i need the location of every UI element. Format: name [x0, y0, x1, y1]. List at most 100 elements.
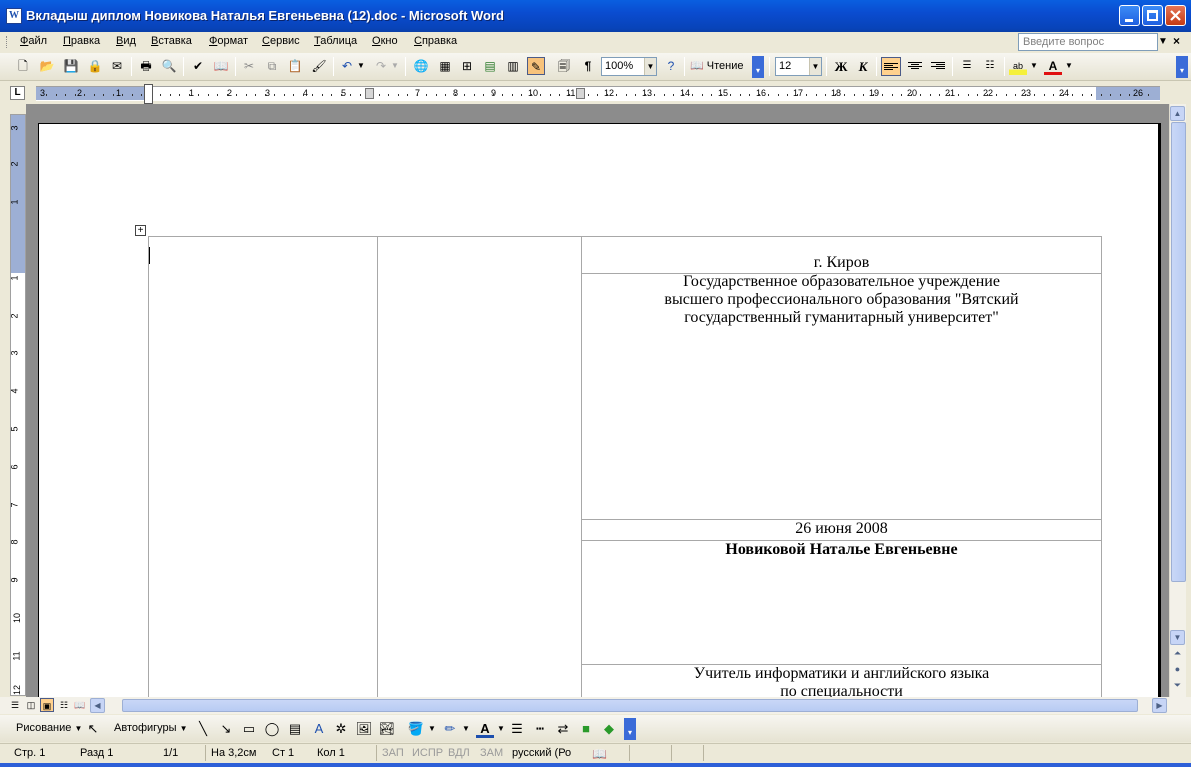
status-track-changes[interactable]: ИСПР — [412, 747, 443, 759]
font-color-dropdown-icon[interactable]: ▼ — [1064, 57, 1074, 75]
scroll-right-icon[interactable]: ▶ — [1152, 698, 1167, 713]
shadow-style-icon[interactable]: ■ — [577, 720, 595, 738]
select-browse-object-icon[interactable]: ● — [1170, 663, 1185, 678]
highlight-dropdown-icon[interactable]: ▼ — [1029, 57, 1039, 75]
font-size-select[interactable]: 12 ▼ — [775, 57, 822, 76]
tab-selector[interactable]: L — [10, 86, 25, 100]
document-page[interactable] — [38, 123, 1161, 697]
menu-help[interactable]: Справка — [414, 35, 457, 47]
print-layout-icon[interactable]: ▣ — [40, 698, 54, 712]
outline-view-icon[interactable]: ☷ — [57, 698, 71, 712]
scroll-down-icon[interactable]: ▼ — [1170, 630, 1185, 645]
previous-page-icon[interactable]: ⏶ — [1170, 647, 1185, 662]
redo-dropdown-icon[interactable]: ▼ — [390, 57, 400, 75]
toolbar-options-icon[interactable]: ▾ — [752, 56, 764, 78]
spelling-icon[interactable]: ✔ — [189, 57, 207, 75]
research-icon[interactable]: 📖 — [212, 57, 230, 75]
menu-window[interactable]: Окно — [372, 35, 398, 47]
document-close-icon[interactable]: × — [1173, 34, 1180, 48]
align-left-button[interactable] — [881, 57, 901, 76]
new-document-icon[interactable]: 🗋 — [14, 57, 32, 75]
column-boundary-handle[interactable] — [576, 88, 585, 99]
recipient-name[interactable]: Новиковой Наталье Евгеньевне — [582, 541, 1101, 559]
show-formatting-icon[interactable]: ¶ — [579, 57, 597, 75]
first-line-indent-handle[interactable] — [144, 84, 153, 104]
spelling-status-icon[interactable]: 📖 — [592, 747, 607, 761]
bold-button[interactable]: Ж — [831, 57, 851, 76]
document-map-icon[interactable]: 🗐 — [555, 57, 573, 75]
scroll-up-icon[interactable]: ▲ — [1170, 106, 1185, 121]
permission-icon[interactable]: 🔒 — [86, 57, 104, 75]
maximize-button[interactable] — [1142, 5, 1163, 26]
rectangle-icon[interactable]: ▭ — [240, 720, 258, 738]
city-text[interactable]: г. Киров — [582, 254, 1101, 272]
open-icon[interactable]: 📂 — [38, 57, 56, 75]
zoom-select[interactable]: 100% ▼ — [601, 57, 657, 76]
institution-text[interactable]: Государственное образовательное учрежден… — [582, 273, 1101, 327]
vertical-ruler[interactable]: 3 2 1 1 2 3 4 5 6 7 8 9 10 11 12 — [10, 114, 26, 696]
column-boundary-handle[interactable] — [365, 88, 374, 99]
line-icon[interactable]: ╲ — [194, 720, 212, 738]
cut-icon[interactable]: ✂ — [240, 57, 258, 75]
drawing-icon[interactable]: ✎ — [527, 57, 545, 75]
dash-style-icon[interactable]: ┅ — [531, 720, 549, 738]
font-color-draw-icon[interactable]: A — [476, 720, 494, 738]
insert-excel-icon[interactable]: ▤ — [481, 57, 499, 75]
status-extend[interactable]: ВДЛ — [448, 747, 470, 759]
qualification-text[interactable]: Учитель информатики и английского языка … — [582, 665, 1101, 697]
copy-icon[interactable]: ⧉ — [263, 57, 281, 75]
date-text[interactable]: 26 июня 2008 — [582, 520, 1101, 538]
line-color-icon[interactable]: ✏ — [441, 720, 459, 738]
line-style-icon[interactable]: ☰ — [508, 720, 526, 738]
horizontal-scroll-thumb[interactable] — [122, 699, 1138, 712]
ask-dropdown-icon[interactable]: ▼ — [1158, 36, 1168, 47]
chevron-down-icon[interactable]: ▼ — [809, 58, 821, 75]
normal-view-icon[interactable]: ☰ — [8, 698, 22, 712]
wordart-icon[interactable]: A — [310, 720, 328, 738]
toolbar-options-icon[interactable]: ▾ — [624, 718, 636, 740]
status-record[interactable]: ЗАП — [382, 747, 404, 759]
clip-art-icon[interactable]: 🖼 — [355, 720, 373, 738]
chevron-down-icon[interactable]: ▼ — [644, 58, 656, 75]
email-icon[interactable]: ✉ — [108, 57, 126, 75]
fill-color-dropdown-icon[interactable]: ▼ — [427, 720, 437, 738]
font-color-draw-dropdown-icon[interactable]: ▼ — [496, 720, 506, 738]
line-color-dropdown-icon[interactable]: ▼ — [461, 720, 471, 738]
italic-button[interactable]: К — [853, 57, 873, 76]
menu-tools[interactable]: Сервис — [262, 35, 300, 47]
toolbar-options-icon[interactable]: ▾ — [1176, 56, 1188, 78]
insert-table-icon[interactable]: ⊞ — [458, 57, 476, 75]
align-center-button[interactable] — [905, 57, 925, 76]
fill-color-icon[interactable]: 🪣 — [407, 720, 425, 738]
menu-grip[interactable] — [6, 36, 9, 48]
menu-edit[interactable]: Правка — [63, 35, 100, 47]
close-button[interactable] — [1165, 5, 1186, 26]
status-overtype[interactable]: ЗАМ — [480, 747, 503, 759]
3d-style-icon[interactable]: ◆ — [600, 720, 618, 738]
arrow-icon[interactable]: ↘ — [217, 720, 235, 738]
draw-menu-button[interactable]: Рисование ▼ — [16, 722, 82, 734]
vertical-scrollbar[interactable] — [1169, 104, 1186, 697]
autoshapes-button[interactable]: Автофигуры ▼ — [114, 722, 188, 734]
align-right-button[interactable] — [928, 57, 948, 76]
redo-icon[interactable]: ↷ — [372, 57, 390, 75]
minimize-button[interactable] — [1119, 5, 1140, 26]
web-layout-icon[interactable]: ◫ — [24, 698, 38, 712]
save-icon[interactable]: 💾 — [62, 57, 80, 75]
help-icon[interactable]: ? — [662, 57, 680, 75]
undo-icon[interactable]: ↶ — [338, 57, 356, 75]
hyperlink-icon[interactable]: 🌐 — [412, 57, 430, 75]
font-color-icon[interactable]: A — [1044, 57, 1062, 75]
menu-table[interactable]: Таблица — [314, 35, 357, 47]
scroll-left-icon[interactable]: ◀ — [90, 698, 105, 713]
text-box-icon[interactable]: ▤ — [286, 720, 304, 738]
next-page-icon[interactable]: ⏷ — [1170, 679, 1185, 694]
arrow-style-icon[interactable]: ⇄ — [554, 720, 572, 738]
print-icon[interactable]: 🖶 — [137, 57, 155, 75]
ask-question-input[interactable]: Введите вопрос — [1018, 33, 1158, 51]
picture-icon[interactable]: 🏞 — [378, 720, 396, 738]
columns-icon[interactable]: ▥ — [504, 57, 522, 75]
print-preview-icon[interactable]: 🔍 — [160, 57, 178, 75]
word-app-icon[interactable]: W — [6, 8, 22, 24]
numbering-icon[interactable]: ☰ — [958, 57, 976, 75]
